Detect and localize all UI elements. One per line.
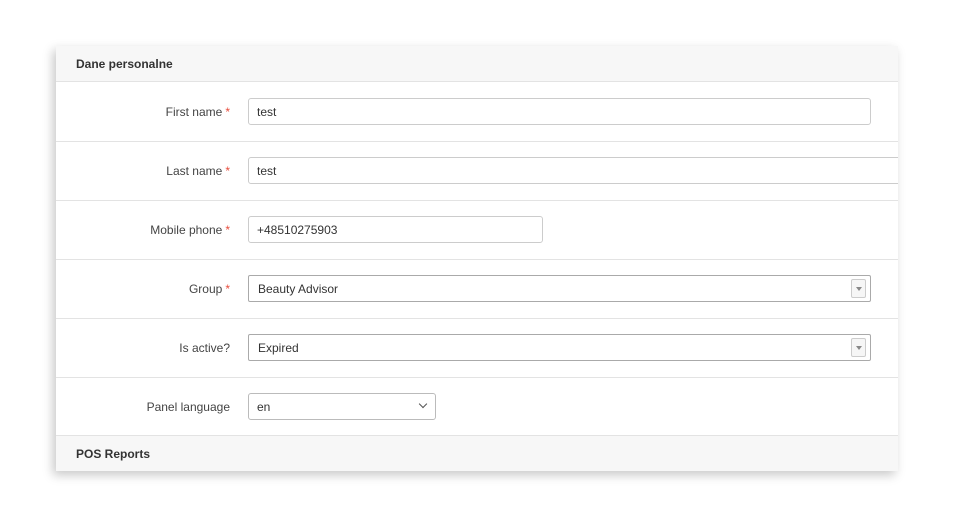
is-active-select-value: Expired [258,341,299,355]
mobile-phone-label: Mobile phone * [150,223,230,237]
form-row-first-name: First name * [56,82,898,142]
required-marker: * [225,223,230,237]
group-select-value: Beauty Advisor [258,282,339,296]
form-row-panel-language: Panel language en [56,378,898,436]
required-marker: * [225,282,230,296]
panel-language-label: Panel language [146,400,230,414]
form-row-mobile-phone: Mobile phone * [56,201,898,260]
group-label: Group * [188,282,230,296]
panel-language-select[interactable]: en [248,393,436,420]
dropdown-arrow-icon[interactable] [851,338,866,357]
chevron-down-icon [418,399,428,409]
required-marker: * [225,105,230,119]
form-row-is-active: Is active? Expired [56,319,898,378]
user-form-panel: Dane personalne First name* Last name* M… [56,46,898,471]
form-row-last-name: Last name * [56,142,898,201]
first-name-label: First name * [165,105,230,119]
group-select[interactable]: Beauty Advisor [248,275,871,302]
required-marker: * [225,164,230,178]
is-active-select[interactable]: Expired [248,334,871,361]
panel-language-value: en [257,400,271,414]
mobile-phone-input[interactable] [248,216,543,243]
section-header-personal: Dane personalne [56,46,898,82]
last-name-input[interactable] [248,157,898,184]
section-title-personal: Dane personalne [76,57,173,71]
first-name-input[interactable] [248,98,871,125]
dropdown-arrow-icon[interactable] [851,279,866,298]
form-row-group: Group * Beauty Advisor [56,260,898,319]
section-header-pos-reports[interactable]: POS Reports [56,436,898,471]
last-name-label: Last name * [166,164,230,178]
is-active-label: Is active? [179,341,230,355]
section-title-pos-reports: POS Reports [76,447,151,461]
